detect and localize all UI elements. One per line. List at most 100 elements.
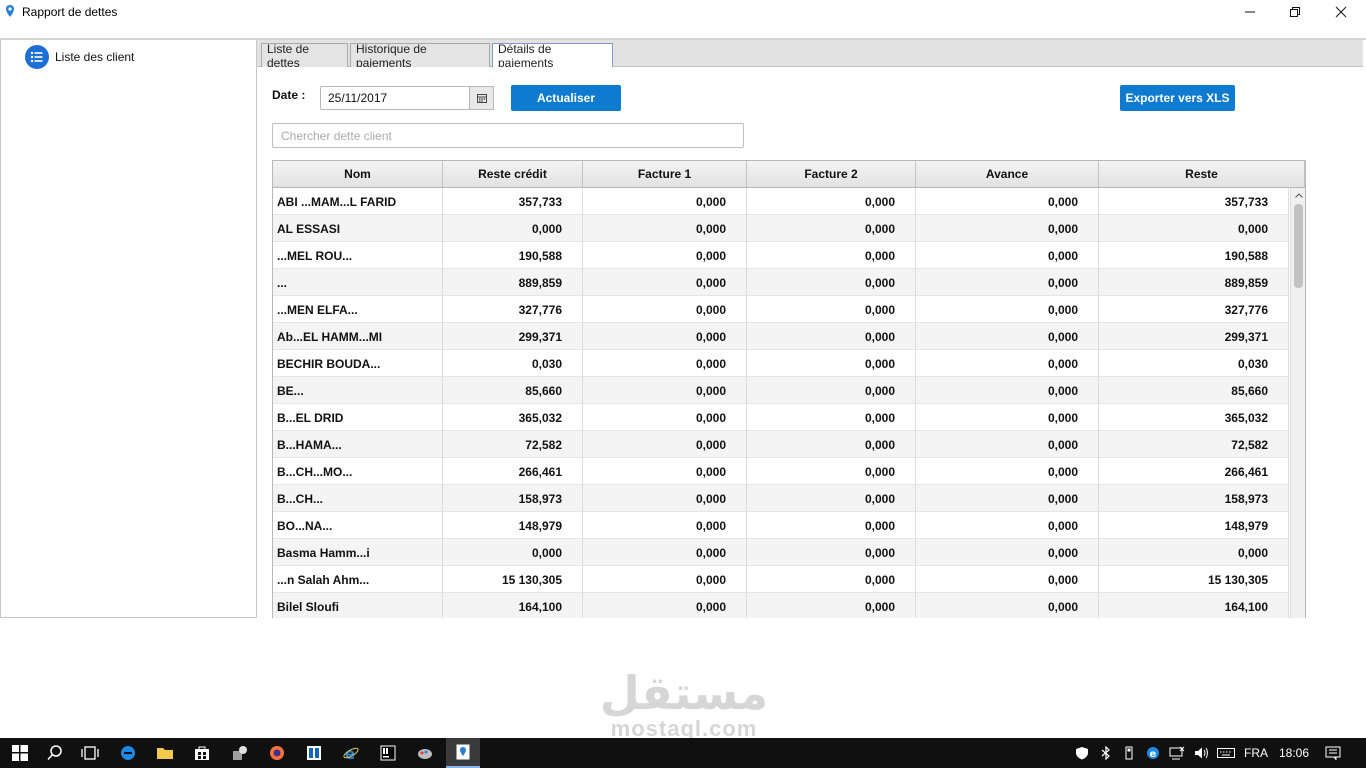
app-window-icon xyxy=(307,746,321,760)
scroll-thumb[interactable] xyxy=(1294,204,1303,288)
taskbar-store[interactable] xyxy=(187,738,217,768)
cell-remaining-credit: 190,588 xyxy=(443,242,583,269)
col-header-advance[interactable]: Avance xyxy=(916,161,1099,187)
clock[interactable]: 18:06 xyxy=(1274,738,1314,768)
table-row[interactable]: ...MEL ROU... 190,588 0,000 0,000 0,000 190,5… xyxy=(273,242,1289,269)
tab-payment-history[interactable]: Historique de paiements xyxy=(350,42,490,70)
taskbar-edge[interactable] xyxy=(113,738,143,768)
tools-icon xyxy=(233,746,247,760)
vertical-scrollbar[interactable] xyxy=(1290,188,1305,618)
table-row[interactable]: ABI ...MAM...L FARID 357,733 0,000 0,000 0,0… xyxy=(273,188,1289,215)
search-input[interactable]: Chercher dette client xyxy=(272,123,744,148)
table-row[interactable]: ...MEN ELFA... 327,776 0,000 0,000 0,000 327,… xyxy=(273,296,1289,323)
col-header-remaining[interactable]: Reste xyxy=(1099,161,1305,187)
task-view-button[interactable] xyxy=(75,738,105,768)
minimize-button[interactable] xyxy=(1227,0,1273,24)
cell-invoice-1: 0,000 xyxy=(583,188,747,215)
cell-invoice-1: 0,000 xyxy=(583,512,747,539)
taskbar-app-paint[interactable] xyxy=(410,738,440,768)
refresh-button[interactable]: Actualiser xyxy=(511,85,621,111)
taskbar-app-tools[interactable] xyxy=(225,738,255,768)
cell-remaining-credit: 15 130,305 xyxy=(443,566,583,593)
date-picker-button[interactable] xyxy=(469,86,494,110)
table-row[interactable]: ... 889,859 0,000 0,000 0,000 889,859 xyxy=(273,269,1289,296)
cell-remaining-credit: 164,100 xyxy=(443,593,583,618)
sidebar-item-client-list[interactable]: Liste des client xyxy=(25,45,134,69)
col-header-invoice-2[interactable]: Facture 2 xyxy=(747,161,916,187)
cell-name: ...MEL ROU... xyxy=(273,242,443,269)
search-icon xyxy=(47,745,62,761)
cell-remaining: 327,776 xyxy=(1099,296,1289,323)
cell-name: B...HAMA... xyxy=(273,431,443,458)
cell-advance: 0,000 xyxy=(916,296,1099,323)
table-row[interactable]: BE... 85,660 0,000 0,000 0,000 85,660 xyxy=(273,377,1289,404)
scroll-up-button[interactable] xyxy=(1291,188,1305,202)
notification-icon xyxy=(1325,746,1341,760)
export-xls-button[interactable]: Exporter vers XLS xyxy=(1120,85,1235,111)
tray-network[interactable] xyxy=(1167,738,1187,768)
cell-invoice-1: 0,000 xyxy=(583,431,747,458)
cell-invoice-2: 0,000 xyxy=(747,350,916,377)
cell-name: ... xyxy=(273,269,443,296)
table-row[interactable]: Bilel Sloufi 164,100 0,000 0,000 0,000 164,10… xyxy=(273,593,1289,618)
taskbar-debt-report-app[interactable] xyxy=(446,738,480,768)
cell-remaining: 0,000 xyxy=(1099,539,1289,566)
language-indicator[interactable]: FRA xyxy=(1240,738,1272,768)
table-row[interactable]: Ab...EL HAMM...MI 299,371 0,000 0,000 0,000 2… xyxy=(273,323,1289,350)
cell-remaining: 148,979 xyxy=(1099,512,1289,539)
start-button[interactable] xyxy=(4,738,36,768)
maximize-button[interactable] xyxy=(1272,0,1318,24)
tray-volume[interactable] xyxy=(1192,738,1212,768)
col-header-remaining-credit[interactable]: Reste crédit xyxy=(443,161,583,187)
cell-invoice-2: 0,000 xyxy=(747,458,916,485)
cell-name: Bilel Sloufi xyxy=(273,593,443,618)
table-row[interactable]: B...EL DRID 365,032 0,000 0,000 0,000 365,032 xyxy=(273,404,1289,431)
taskbar-intellij[interactable] xyxy=(373,738,403,768)
cell-invoice-2: 0,000 xyxy=(747,404,916,431)
close-button[interactable] xyxy=(1318,0,1364,24)
cell-remaining: 299,371 xyxy=(1099,323,1289,350)
cell-invoice-1: 0,000 xyxy=(583,215,747,242)
col-header-invoice-1[interactable]: Facture 1 xyxy=(583,161,747,187)
col-header-name[interactable]: Nom xyxy=(273,161,443,187)
taskbar-app-blue[interactable] xyxy=(299,738,329,768)
table-row[interactable]: AL ESSASI 0,000 0,000 0,000 0,000 0,000 xyxy=(273,215,1289,242)
table-row[interactable]: BECHIR BOUDA... 0,030 0,000 0,000 0,000 0,030 xyxy=(273,350,1289,377)
action-center-button[interactable] xyxy=(1318,738,1348,768)
cell-advance: 0,000 xyxy=(916,377,1099,404)
cell-invoice-2: 0,000 xyxy=(747,539,916,566)
table-row[interactable]: B...CH...MO... 266,461 0,000 0,000 0,000 266,… xyxy=(273,458,1289,485)
folder-icon xyxy=(157,748,173,759)
cell-invoice-1: 0,000 xyxy=(583,377,747,404)
cell-remaining-credit: 85,660 xyxy=(443,377,583,404)
cell-invoice-1: 0,000 xyxy=(583,539,747,566)
table-row[interactable]: BO...NA... 148,979 0,000 0,000 0,000 148,979 xyxy=(273,512,1289,539)
cell-name: B...EL DRID xyxy=(273,404,443,431)
cell-advance: 0,000 xyxy=(916,566,1099,593)
edge-browser-icon xyxy=(121,746,135,760)
cell-advance: 0,000 xyxy=(916,188,1099,215)
tray-defender[interactable] xyxy=(1072,738,1092,768)
cell-remaining-credit: 365,032 xyxy=(443,404,583,431)
cell-invoice-1: 0,000 xyxy=(583,323,747,350)
table-row[interactable]: B...CH... 158,973 0,000 0,000 0,000 158,973 xyxy=(273,485,1289,512)
taskbar-internet-explorer[interactable]: e xyxy=(336,738,366,768)
table-row[interactable]: Basma Hamm...i 0,000 0,000 0,000 0,000 0,000 xyxy=(273,539,1289,566)
taskbar-firefox[interactable] xyxy=(262,738,292,768)
cell-invoice-2: 0,000 xyxy=(747,269,916,296)
tab-debt-list[interactable]: Liste de dettes xyxy=(261,42,348,70)
tray-keyboard[interactable] xyxy=(1214,738,1238,768)
tray-usb[interactable] xyxy=(1120,738,1138,768)
table-row[interactable]: B...HAMA... 72,582 0,000 0,000 0,000 72,582 xyxy=(273,431,1289,458)
app-tray-icon: e xyxy=(1147,747,1159,760)
cell-advance: 0,000 xyxy=(916,593,1099,618)
date-field[interactable]: 25/11/2017 xyxy=(320,86,470,110)
taskbar-explorer[interactable] xyxy=(150,738,180,768)
tray-bluetooth[interactable] xyxy=(1097,738,1115,768)
tab-payment-details[interactable]: Détails de paiements xyxy=(492,42,613,70)
payments-table: Nom Reste crédit Facture 1 Facture 2 Avance R… xyxy=(272,160,1306,618)
cell-remaining-credit: 0,030 xyxy=(443,350,583,377)
tray-app[interactable]: e xyxy=(1143,738,1163,768)
search-button[interactable] xyxy=(40,738,70,768)
table-row[interactable]: ...n Salah Ahm... 15 130,305 0,000 0,000 0,0… xyxy=(273,566,1289,593)
